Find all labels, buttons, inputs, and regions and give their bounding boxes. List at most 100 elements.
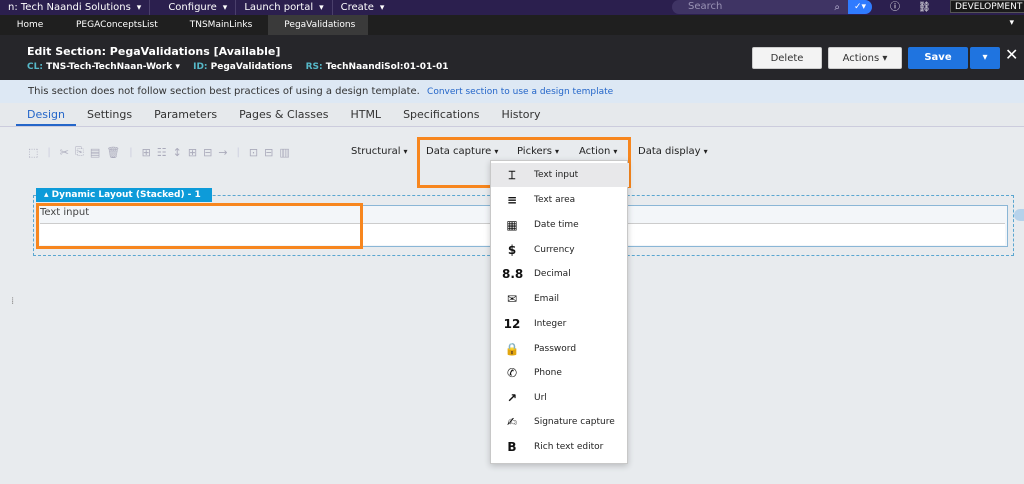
- actions-label: Actions: [842, 53, 880, 64]
- create-menu[interactable]: Create ▾: [333, 0, 393, 15]
- menu-item-password[interactable]: 🔒 Password: [491, 337, 629, 361]
- chevron-down-icon: ▾: [379, 2, 385, 13]
- data-display-menu[interactable]: Data display ▾: [638, 146, 708, 157]
- signature-icon: ✍: [506, 415, 518, 429]
- columns-icon[interactable]: ▥: [279, 146, 289, 159]
- toolbar-divider: |: [47, 146, 51, 158]
- phone-icon: ✆: [506, 366, 518, 380]
- menu-item-text-area[interactable]: ≡ Text area: [491, 188, 629, 212]
- configure-label: Configure: [168, 2, 217, 13]
- bold-icon: B: [507, 440, 517, 454]
- delete-button[interactable]: Delete: [752, 47, 822, 69]
- menu-item-label: Decimal: [534, 269, 571, 279]
- menu-item-phone[interactable]: ✆ Phone: [491, 361, 629, 385]
- insert-column-icon[interactable]: ☷: [157, 146, 167, 159]
- launch-portal-label: Launch portal: [244, 2, 314, 13]
- menu-item-label: Phone: [534, 368, 562, 378]
- menu-item-label: Integer: [534, 319, 567, 329]
- delete-icon[interactable]: 🗑: [106, 146, 120, 159]
- document-tabs: Home PEGAConceptsList TNSMainLinks PegaV…: [0, 15, 1024, 35]
- currency-icon: $: [507, 243, 517, 257]
- menu-item-label: Signature capture: [534, 417, 615, 427]
- copy-icon[interactable]: ⎘: [75, 145, 84, 159]
- tabs-overflow-icon[interactable]: ▾: [1009, 18, 1014, 28]
- menu-item-date-time[interactable]: ▦ Date time: [491, 213, 629, 237]
- tab-html[interactable]: HTML: [339, 103, 392, 126]
- add-column-icon[interactable]: ⊟: [203, 146, 212, 159]
- tab-settings[interactable]: Settings: [76, 103, 143, 126]
- app-name-menu[interactable]: n: Tech Naandi Solutions ▾: [0, 0, 151, 15]
- app-name: n: Tech Naandi Solutions: [8, 2, 131, 13]
- tab-design[interactable]: Design: [16, 103, 76, 126]
- top-menu-bar: n: Tech Naandi Solutions ▾ Configure ▾ Lau…: [0, 0, 1024, 15]
- move-icon[interactable]: ↕: [173, 146, 182, 159]
- rule-meta: CL: TNS-Tech-TechNaan-Work ▾ ID: PegaVal…: [27, 62, 459, 72]
- rs-value[interactable]: TechNaandiSol:01-01-01: [326, 62, 449, 72]
- configure-menu[interactable]: Configure ▾: [160, 0, 237, 15]
- menu-item-url[interactable]: ↗ Url: [491, 386, 629, 410]
- toolbar-divider: |: [236, 146, 240, 158]
- cl-value-text: TNS-Tech-TechNaan-Work: [46, 62, 173, 72]
- menu-item-rich-text-editor[interactable]: B Rich text editor: [491, 435, 629, 459]
- tab-parameters[interactable]: Parameters: [143, 103, 228, 126]
- cut-icon[interactable]: ✂: [60, 146, 69, 159]
- add-row-icon[interactable]: ⊞: [188, 146, 197, 159]
- rs-key: RS:: [305, 62, 323, 72]
- search-icon[interactable]: ⌕: [834, 1, 840, 15]
- split-icon[interactable]: ⊟: [264, 146, 273, 159]
- tab-pegaconceptslist[interactable]: PEGAConceptsList: [60, 15, 174, 35]
- tab-history[interactable]: History: [490, 103, 551, 126]
- menu-item-label: Rich text editor: [534, 442, 604, 452]
- chevron-down-icon: ▾: [982, 52, 988, 63]
- menu-item-signature-capture[interactable]: ✍ Signature capture: [491, 410, 629, 434]
- layout-label[interactable]: ▴ Dynamic Layout (Stacked) - 1: [36, 188, 212, 202]
- layout-label-text: Dynamic Layout (Stacked) - 1: [51, 190, 201, 200]
- menu-item-label: Currency: [534, 245, 575, 255]
- tab-tnsmainlinks[interactable]: TNSMainLinks: [174, 15, 269, 35]
- save-options-button[interactable]: ▾: [970, 47, 1000, 69]
- menu-item-email[interactable]: ✉ Email: [491, 287, 629, 311]
- menu-item-integer[interactable]: 12 Integer: [491, 312, 629, 336]
- network-icon[interactable]: ⛓: [918, 0, 931, 15]
- search-placeholder: Search: [688, 1, 723, 12]
- tab-pages-classes[interactable]: Pages & Classes: [228, 103, 339, 126]
- structural-menu[interactable]: Structural ▾: [351, 146, 408, 157]
- menu-item-label: Url: [534, 393, 547, 403]
- collapse-icon[interactable]: ▴: [44, 190, 49, 200]
- menu-item-label: Text area: [534, 195, 576, 205]
- text-area-icon: ≡: [506, 193, 518, 207]
- launch-portal-menu[interactable]: Launch portal ▾: [236, 0, 333, 15]
- menu-item-decimal[interactable]: 8.8 Decimal: [491, 262, 629, 286]
- field-resize-handle[interactable]: [1014, 209, 1024, 221]
- menu-item-text-input[interactable]: ⌶ Text input: [491, 163, 629, 187]
- search-input[interactable]: Search ⌕ ✓▾: [672, 0, 872, 14]
- help-icon[interactable]: ⓘ: [890, 0, 900, 15]
- structural-label: Structural: [351, 146, 401, 157]
- save-button[interactable]: Save: [908, 47, 968, 69]
- paste-icon[interactable]: ▤: [90, 146, 100, 159]
- convert-template-link[interactable]: Convert section to use a design template: [427, 87, 613, 97]
- actions-button[interactable]: Actions ▾: [828, 47, 902, 69]
- insert-row-icon[interactable]: ⊞: [142, 146, 151, 159]
- drag-handle-icon[interactable]: ⁞: [11, 296, 14, 307]
- tab-pegavalidations[interactable]: PegaValidations: [268, 15, 369, 35]
- chevron-down-icon: ▾: [882, 53, 888, 64]
- search-scope-button[interactable]: ✓▾: [848, 0, 872, 14]
- tab-specifications[interactable]: Specifications: [392, 103, 490, 126]
- merge-icon[interactable]: ⊡: [249, 146, 258, 159]
- cl-value[interactable]: TNS-Tech-TechNaan-Work ▾: [46, 62, 180, 72]
- best-practice-banner: This section does not follow section bes…: [0, 80, 1024, 103]
- data-display-label: Data display: [638, 146, 701, 157]
- cl-key: CL:: [27, 62, 43, 72]
- menu-item-currency[interactable]: $ Currency: [491, 238, 629, 262]
- chevron-down-icon: ▾: [222, 2, 228, 13]
- page-title: Edit Section: PegaValidations [Available…: [27, 45, 281, 58]
- tab-home[interactable]: Home: [0, 15, 60, 35]
- external-link-icon: ↗: [506, 391, 518, 405]
- banner-text: This section does not follow section bes…: [28, 86, 420, 97]
- arrow-icon[interactable]: →: [218, 146, 227, 159]
- select-icon[interactable]: ⬚: [28, 146, 38, 159]
- close-icon[interactable]: ✕: [1005, 45, 1018, 64]
- id-key: ID:: [193, 62, 208, 72]
- section-header: Edit Section: PegaValidations [Available…: [0, 35, 1024, 80]
